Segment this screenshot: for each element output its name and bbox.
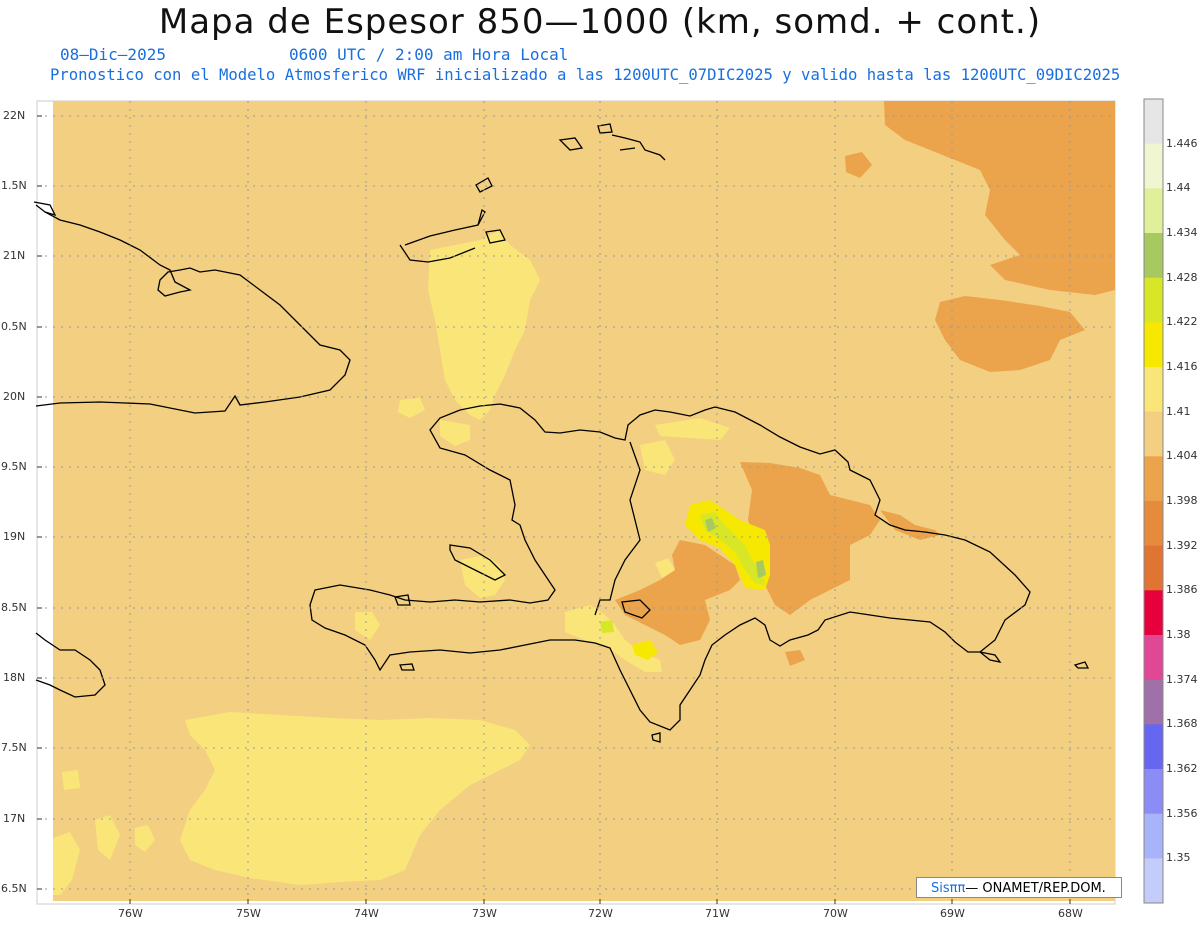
lat-label: 17N	[3, 812, 26, 825]
credit-text: — ONAMET/REP.DOM.	[965, 881, 1106, 896]
colorbar	[1143, 98, 1164, 904]
colorbar-swatch	[1144, 769, 1163, 815]
lon-label: 69W	[940, 907, 965, 920]
colorbar-label: 1.386	[1166, 583, 1198, 597]
colorbar-label: 1.368	[1166, 717, 1198, 731]
colorbar-label: 1.38	[1166, 628, 1191, 641]
colorbar-label: 1.416	[1166, 360, 1198, 373]
colorbar-label: 1.434	[1166, 226, 1198, 239]
sispi-logo: Sisππ	[931, 881, 966, 896]
lat-label: 7.5N	[1, 741, 27, 754]
lon-label: 68W	[1058, 907, 1083, 920]
credit-box: Sisππ— ONAMET/REP.DOM.	[916, 877, 1122, 898]
colorbar-swatch	[1144, 635, 1163, 681]
colorbar-swatch	[1144, 322, 1163, 368]
thickness-map	[33, 98, 1164, 905]
colorbar-swatch	[1144, 456, 1163, 502]
lon-label: 76W	[118, 907, 143, 920]
colorbar-label: 1.422	[1166, 315, 1198, 329]
colorbar-swatch	[1144, 724, 1163, 770]
lon-label: 72W	[588, 907, 613, 920]
colorbar-swatch	[1144, 233, 1163, 279]
lat-label: 0.5N	[1, 320, 27, 333]
lon-label: 75W	[236, 907, 261, 920]
lon-label: 73W	[472, 907, 497, 920]
lat-label: 6.5N	[1, 882, 27, 895]
lat-label: 22N	[3, 109, 26, 122]
lon-label: 70W	[823, 907, 848, 920]
lat-label: 9.5N	[1, 460, 27, 473]
lat-label: 21N	[3, 249, 26, 262]
lon-label: 71W	[705, 907, 730, 920]
colorbar-label: 1.362	[1166, 762, 1198, 775]
colorbar-label: 1.374	[1166, 672, 1198, 686]
lat-label: 8.5N	[1, 601, 27, 614]
colorbar-swatch	[1144, 590, 1163, 636]
lat-label: 18N	[3, 671, 26, 684]
colorbar-swatch	[1144, 277, 1163, 323]
colorbar-label: 1.404	[1166, 449, 1198, 463]
colorbar-label: 1.41	[1166, 404, 1191, 418]
lat-label: 1.5N	[1, 179, 27, 192]
colorbar-swatch	[1144, 367, 1163, 413]
lat-label: 19N	[3, 530, 26, 543]
colorbar-swatch	[1144, 813, 1163, 859]
colorbar-swatch	[1144, 143, 1163, 189]
colorbar-label: 1.428	[1166, 270, 1198, 284]
colorbar-label: 1.356	[1166, 806, 1198, 820]
lon-label: 74W	[354, 907, 379, 920]
colorbar-label: 1.35	[1166, 851, 1191, 865]
colorbar-swatch	[1144, 501, 1163, 547]
colorbar-label: 1.398	[1166, 494, 1198, 507]
colorbar-label: 1.44	[1166, 181, 1191, 195]
lat-label: 20N	[3, 390, 26, 403]
colorbar-swatch	[1144, 411, 1163, 457]
colorbar-label: 1.392	[1166, 538, 1198, 552]
colorbar-swatch	[1144, 858, 1163, 904]
colorbar-swatch	[1144, 545, 1163, 591]
colorbar-swatch	[1144, 679, 1163, 725]
colorbar-swatch	[1144, 99, 1163, 145]
colorbar-swatch	[1144, 188, 1163, 234]
colorbar-label: 1.446	[1166, 136, 1198, 150]
